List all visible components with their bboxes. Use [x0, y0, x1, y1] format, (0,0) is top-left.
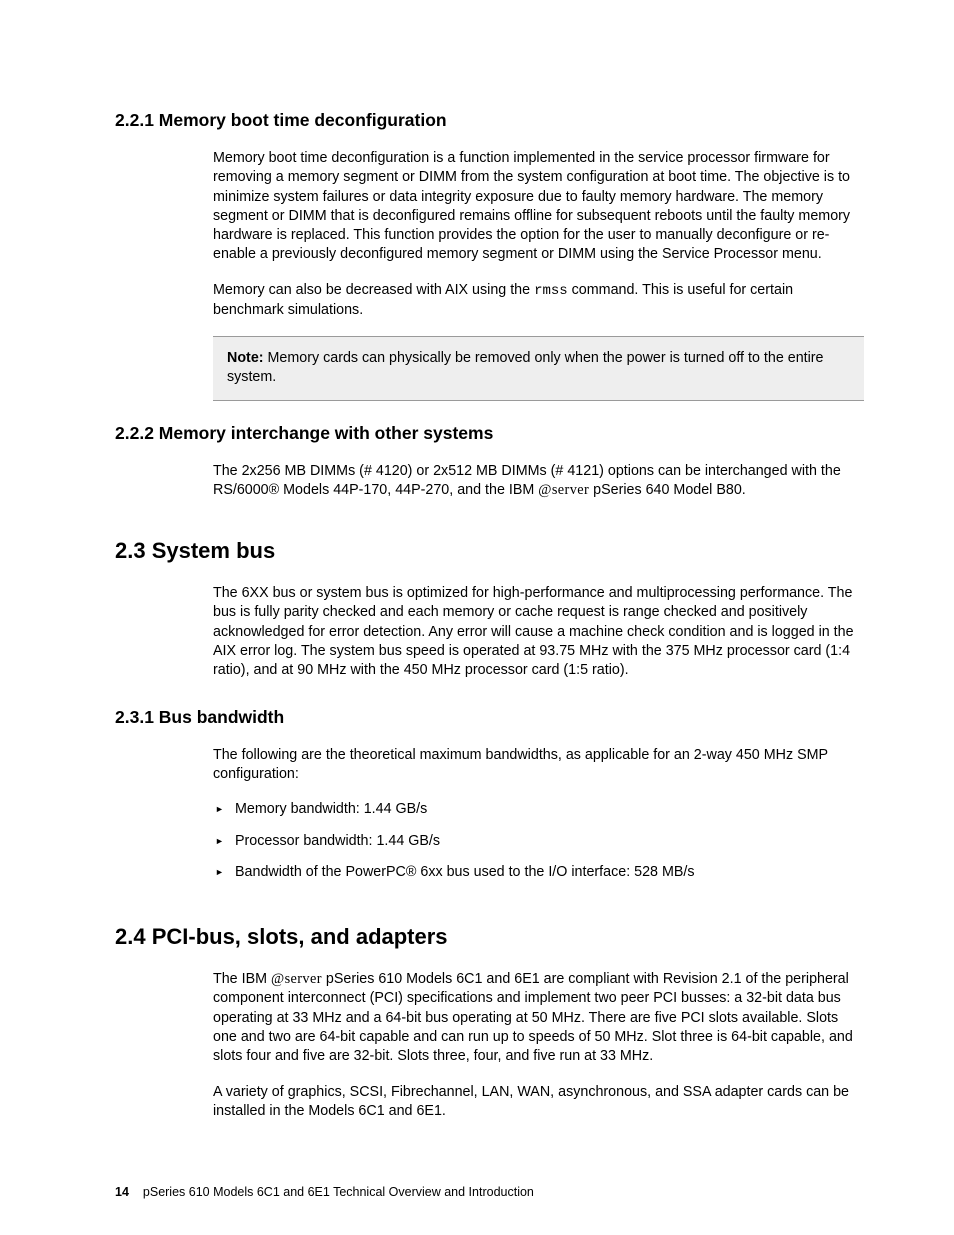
heading-2-2-1: 2.2.1 Memory boot time deconfiguration — [115, 110, 864, 131]
eserver-logo-text: @server — [538, 482, 589, 498]
bullet-list: Memory bandwidth: 1.44 GB/s Processor ba… — [213, 800, 864, 894]
section-2-2-2-body: The 2x256 MB DIMMs (# 4120) or 2x512 MB … — [213, 462, 864, 501]
section-2-3-body: The 6XX bus or system bus is optimized f… — [213, 584, 864, 680]
section-2-3-1-body: The following are the theoretical maximu… — [213, 746, 864, 894]
section-2-4-body: The IBM @server pSeries 610 Models 6C1 a… — [213, 970, 864, 1121]
heading-2-4: 2.4 PCI-bus, slots, and adapters — [115, 924, 864, 950]
footer-title: pSeries 610 Models 6C1 and 6E1 Technical… — [143, 1185, 534, 1199]
heading-2-3: 2.3 System bus — [115, 538, 864, 564]
para: The 2x256 MB DIMMs (# 4120) or 2x512 MB … — [213, 462, 864, 501]
list-item: Memory bandwidth: 1.44 GB/s — [213, 800, 864, 831]
heading-2-3-1: 2.3.1 Bus bandwidth — [115, 707, 864, 728]
section-2-2-1-body: Memory boot time deconfiguration is a fu… — [213, 149, 864, 401]
list-item: Processor bandwidth: 1.44 GB/s — [213, 832, 864, 863]
page-number: 14 — [115, 1185, 129, 1199]
para: The 6XX bus or system bus is optimized f… — [213, 584, 864, 680]
page: 2.2.1 Memory boot time deconfiguration M… — [0, 0, 954, 1235]
command-rmss: rmss — [534, 283, 568, 299]
note-label: Note: — [227, 350, 264, 366]
heading-2-2-2: 2.2.2 Memory interchange with other syst… — [115, 423, 864, 444]
eserver-logo-text: @server — [271, 971, 322, 987]
text: Memory can also be decreased with AIX us… — [213, 282, 534, 298]
note-text: Memory cards can physically be removed o… — [227, 350, 824, 385]
para: The following are the theoretical maximu… — [213, 746, 864, 785]
para: The IBM @server pSeries 610 Models 6C1 a… — [213, 970, 864, 1066]
para: Memory can also be decreased with AIX us… — [213, 281, 864, 320]
note-box: Note: Memory cards can physically be rem… — [213, 336, 864, 401]
text: The IBM — [213, 971, 271, 987]
text: pSeries 640 Model B80. — [589, 482, 746, 498]
text: The 2x256 MB DIMMs (# 4120) or 2x512 MB … — [213, 463, 841, 498]
page-footer: 14 pSeries 610 Models 6C1 and 6E1 Technic… — [115, 1185, 534, 1199]
para: A variety of graphics, SCSI, Fibrechanne… — [213, 1083, 864, 1122]
para: Memory boot time deconfiguration is a fu… — [213, 149, 864, 265]
list-item: Bandwidth of the PowerPC® 6xx bus used t… — [213, 863, 864, 894]
